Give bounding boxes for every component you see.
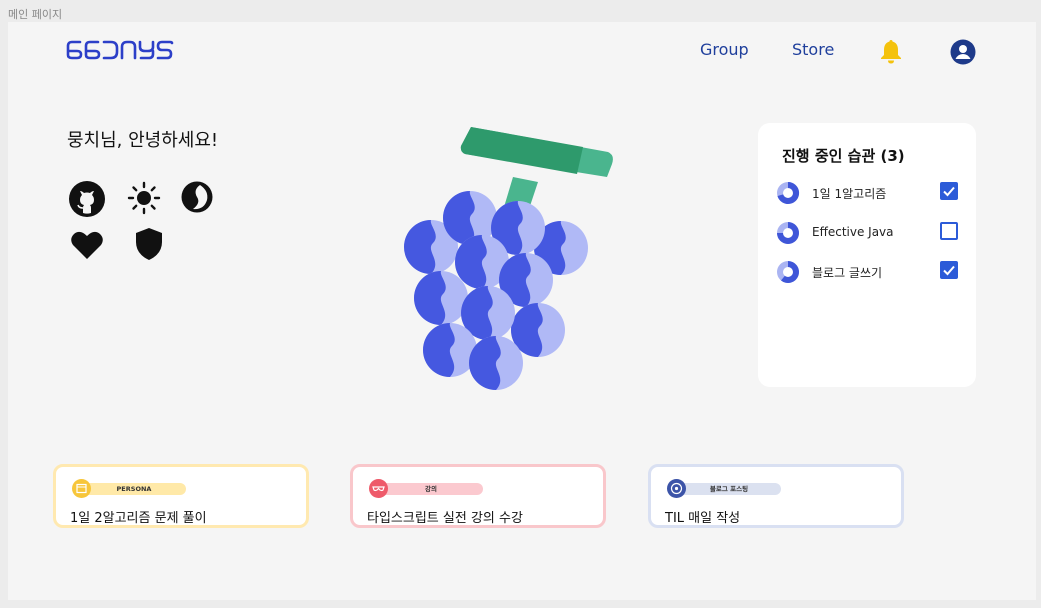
shield-icon[interactable] [134, 227, 164, 261]
habit-checkbox[interactable] [940, 182, 958, 200]
nav-group-link[interactable]: Group [700, 40, 749, 59]
task-tag-label: 블로그 포스팅 [677, 483, 781, 495]
sun-icon[interactable] [127, 181, 161, 215]
check-icon [943, 186, 955, 197]
heart-icon[interactable] [70, 230, 104, 260]
habit-name: 블로그 글쓰기 [812, 266, 883, 280]
grape-berry [511, 303, 565, 357]
habit-name: 1일 1알고리즘 [812, 187, 887, 201]
habit-card-title: 진행 중인 습관 (3) [782, 147, 905, 165]
habit-checkbox[interactable] [940, 261, 958, 279]
habit-card: 진행 중인 습관 (3) 1일 1알고리즘 Effective Java 블로그… [758, 123, 976, 387]
grape-berry [469, 336, 523, 390]
habit-item[interactable]: Effective Java [776, 221, 958, 245]
habit-item[interactable]: 1일 1알고리즘 [776, 181, 958, 205]
progress-ring-icon [777, 181, 800, 204]
task-card[interactable]: PERSONA 1일 2알고리즘 문제 풀이 [53, 464, 309, 528]
grape-berry [414, 271, 468, 325]
grape-berry [423, 323, 477, 377]
progress-ring-icon [777, 222, 799, 244]
habit-item[interactable]: 블로그 글쓰기 [776, 260, 958, 284]
task-card[interactable]: 블로그 포스팅 TIL 매일 작성 [648, 464, 904, 528]
github-icon[interactable] [68, 180, 106, 218]
task-text: 타입스크립트 실전 강의 수강 [367, 511, 523, 526]
user-icon[interactable] [950, 39, 976, 65]
moon-icon[interactable] [180, 180, 214, 214]
main-page: Group Store 뭉치님, 안녕하세요! 진행 중인 습관 (3) 1일 … [8, 22, 1036, 600]
task-tag-label: PERSONA [82, 483, 186, 495]
greeting-text: 뭉치님, 안녕하세요! [67, 130, 219, 151]
target-icon [667, 479, 686, 498]
habit-checkbox[interactable] [940, 222, 958, 240]
calendar-icon [72, 479, 91, 498]
progress-ring-icon [777, 261, 799, 283]
task-text: TIL 매일 작성 [665, 511, 741, 526]
frame-label: 메인 페이지 [8, 8, 63, 21]
task-tag-label: 강의 [379, 483, 483, 495]
logo-66days[interactable] [66, 39, 184, 61]
task-text: 1일 2알고리즘 문제 풀이 [70, 511, 207, 526]
habit-name: Effective Java [812, 225, 894, 239]
task-card[interactable]: 강의 타입스크립트 실전 강의 수강 [350, 464, 606, 528]
glasses-icon [369, 479, 388, 498]
grape-illustration [404, 127, 613, 390]
bell-icon[interactable] [879, 38, 903, 64]
nav-store-link[interactable]: Store [792, 40, 834, 59]
check-icon [943, 265, 955, 276]
